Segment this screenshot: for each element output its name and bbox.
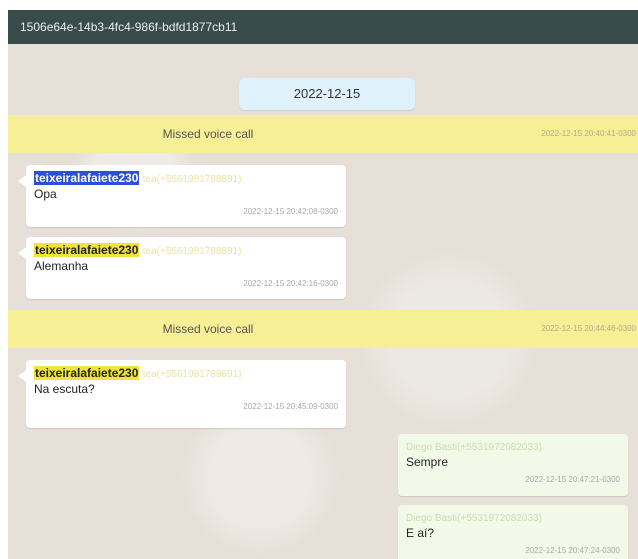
message-timestamp: 2022-12-15 20:47:24-0300 [525,546,620,555]
missed-call-label: Missed voice call [162,127,254,141]
sender-phone: tea(+5561981788891) [142,174,242,185]
message-bubble-outgoing[interactable]: Diego Basti(+5531972082033) Sempre 2022-… [398,434,628,496]
sender-phone: tea(+5561981788891) [142,369,242,380]
message-sender: teixeiralafaiete230 tea(+5561981788891) [34,243,338,259]
window-title: 1506e64e-14b3-4fc4-986f-bdfd1877cb11 [8,10,638,44]
date-separator: 2022-12-15 [239,78,415,110]
message-text[interactable]: Na escuta? [34,382,338,397]
message-bubble[interactable]: teixeiralafaiete230 tea(+5561981788891) … [18,360,346,428]
missed-call-notice: Missed voice call 2022-12-15 20:44:46-03… [8,310,638,348]
message-sender: teixeiralafaiete230 tea(+5561981788891) [34,171,338,187]
message-sender: teixeiralafaiete230 tea(+5561981788891) [34,366,338,382]
sender-name[interactable]: teixeiralafaiete230 [34,366,140,380]
message-text[interactable]: Sempre [406,455,620,470]
message-timestamp: 2022-12-15 20:42:16-0300 [243,279,338,288]
missed-call-label: Missed voice call [162,322,254,336]
sender-name[interactable]: teixeiralafaiete230 [34,171,140,185]
message-timestamp: 2022-12-15 20:45:09-0300 [243,402,338,411]
message-text[interactable]: Alemanha [34,259,338,274]
message-text[interactable]: Opa [34,187,338,202]
message-timestamp: 2022-12-15 20:42:08-0300 [243,207,338,216]
sender-phone: tea(+5561981788891) [142,246,242,257]
message-bubble[interactable]: teixeiralafaiete230 tea(+5561981788891) … [18,237,346,299]
missed-call-timestamp: 2022-12-15 20:40:41-0300 [541,129,636,138]
missed-call-timestamp: 2022-12-15 20:44:46-0300 [541,324,636,333]
message-bubble-outgoing[interactable]: Diego Basti(+5531972082033) E aí? 2022-1… [398,505,628,559]
message-sender[interactable]: Diego Basti(+5531972082033) [406,440,620,455]
chat-area[interactable]: 1506e64e-14b3-4fc4-986f-bdfd1877cb11 202… [8,10,638,559]
message-sender[interactable]: Diego Basti(+5531972082033) [406,511,620,526]
message-timestamp: 2022-12-15 20:47:21-0300 [525,475,620,484]
sender-name[interactable]: teixeiralafaiete230 [34,243,140,257]
missed-call-notice: Missed voice call 2022-12-15 20:40:41-03… [8,115,638,153]
message-text[interactable]: E aí? [406,526,620,541]
message-bubble[interactable]: teixeiralafaiete230 tea(+5561981788891) … [18,165,346,227]
